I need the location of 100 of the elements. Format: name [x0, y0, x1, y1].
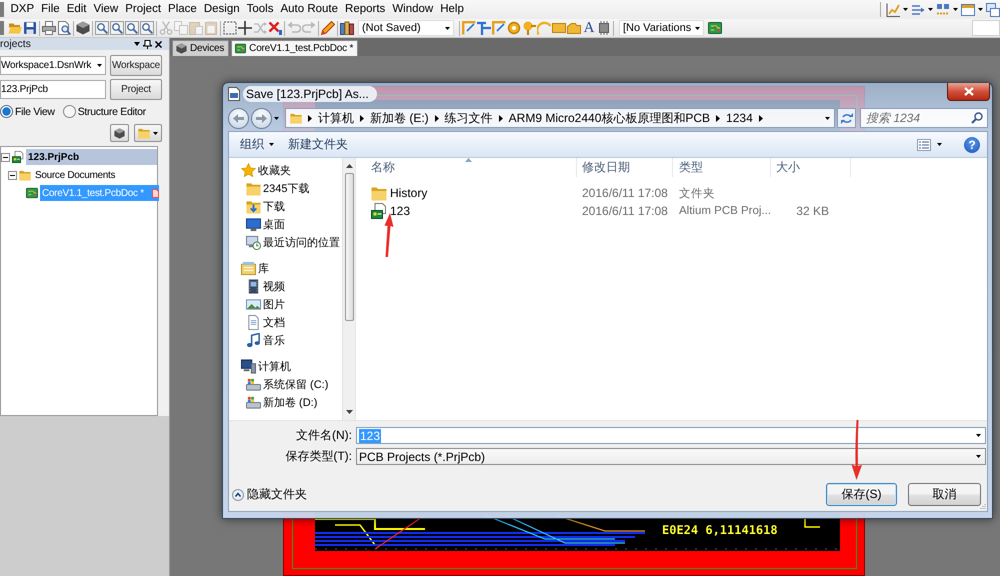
project-button[interactable]: Project — [110, 79, 162, 100]
caret-icon[interactable] — [978, 8, 983, 11]
caret-icon[interactable] — [97, 64, 102, 67]
hide-folders-toggle[interactable]: 隐藏文件夹 — [232, 486, 307, 503]
nav-item[interactable]: 音乐 — [263, 332, 285, 348]
chevron-icon[interactable] — [716, 114, 720, 122]
radio-label[interactable]: File View — [15, 106, 55, 118]
close-button[interactable] — [947, 83, 990, 101]
crosshair-icon[interactable] — [238, 21, 252, 35]
blocks-icon[interactable] — [936, 2, 950, 16]
chevron-icon[interactable] — [758, 114, 763, 122]
circuit-board-icon[interactable] — [708, 21, 722, 35]
nav-item[interactable]: 计算机 — [258, 359, 291, 374]
magnifier-icon[interactable] — [110, 21, 124, 35]
save-button[interactable]: 保存(S) — [826, 483, 897, 506]
chevron-icon[interactable] — [360, 114, 364, 122]
breadcrumb-item[interactable]: ARM9 Micro2440核心板原理图和PCB — [508, 110, 710, 126]
scrollbar[interactable] — [342, 158, 355, 420]
chevron-icon[interactable] — [308, 114, 312, 122]
radio-label[interactable]: Structure Editor — [78, 106, 146, 118]
nav-item[interactable]: 系统保留 (C:) — [263, 376, 328, 392]
breadcrumb-item[interactable]: 1234 — [726, 111, 753, 125]
menu-item[interactable]: Design — [200, 0, 244, 19]
collapse-icon[interactable] — [1, 152, 10, 162]
column-header[interactable]: 名称 — [361, 159, 395, 176]
caret-icon[interactable] — [134, 42, 140, 46]
new-folder-button[interactable]: 新建文件夹 — [282, 134, 354, 155]
cancel-button[interactable]: 取消 — [908, 483, 981, 506]
pencil-icon[interactable] — [321, 21, 335, 35]
caret-icon[interactable] — [928, 8, 933, 11]
nav-item[interactable]: 2345下载 — [263, 180, 310, 196]
tree-item[interactable]: 123.PrjPcb — [26, 149, 157, 165]
filled-rectangle-icon[interactable] — [552, 21, 566, 35]
search-field[interactable]: 搜索 1234 — [860, 108, 988, 128]
caret-icon[interactable] — [976, 455, 981, 458]
menu-item[interactable]: File — [38, 0, 64, 19]
text-tool-button[interactable]: A — [582, 20, 596, 36]
file-name[interactable]: History — [390, 186, 428, 200]
scrollbar-thumb[interactable] — [344, 173, 354, 321]
nav-item[interactable]: 最近访问的位置 — [263, 234, 340, 250]
cube-icon[interactable] — [76, 21, 90, 35]
column-header[interactable]: 修改日期 — [577, 159, 630, 176]
caret-icon[interactable] — [825, 116, 830, 120]
caret-icon[interactable] — [976, 434, 981, 437]
nav-item[interactable]: 库 — [258, 261, 269, 276]
panel-icon[interactable] — [961, 2, 975, 16]
radio-button[interactable] — [0, 105, 13, 118]
caret-icon[interactable] — [445, 26, 450, 30]
corner-bracket-icon[interactable] — [492, 21, 506, 35]
breadcrumb-item[interactable]: 练习文件 — [444, 110, 493, 126]
organize-menu[interactable]: 组织 — [234, 134, 280, 155]
nav-item[interactable]: 下载 — [263, 198, 285, 214]
toolbar-grip[interactable] — [0, 2, 4, 17]
file-name[interactable]: 123 — [390, 204, 410, 218]
column-header[interactable]: 类型 — [673, 159, 703, 176]
nav-item[interactable]: 新加卷 (D:) — [263, 394, 318, 410]
tree-item[interactable]: Source Documents — [33, 167, 157, 183]
nav-item[interactable]: 图片 — [263, 296, 285, 312]
workspace-dropdown[interactable]: Workspace1.DsnWrk — [0, 56, 106, 75]
chip-icon[interactable] — [597, 21, 611, 35]
project-field[interactable]: 123.PrjPcb — [0, 80, 106, 99]
pin-icon[interactable] — [143, 40, 152, 48]
menu-item[interactable]: Auto Route — [276, 0, 342, 19]
windows-icon[interactable] — [986, 2, 1000, 16]
chevron-icon[interactable] — [498, 114, 503, 122]
document-tab[interactable]: CoreV1.1_test.PcbDoc * — [231, 40, 358, 56]
menu-item[interactable]: Edit — [63, 0, 90, 19]
column-header[interactable]: 大小 — [771, 159, 800, 176]
magnifier-icon[interactable] — [140, 21, 154, 35]
collapse-icon[interactable] — [8, 170, 17, 180]
magnifier-icon[interactable] — [125, 21, 139, 35]
ring-icon[interactable] — [507, 21, 521, 35]
caret-icon[interactable] — [903, 8, 908, 11]
view-menu-button[interactable] — [917, 138, 942, 150]
refresh-button[interactable] — [837, 108, 856, 128]
close-icon[interactable] — [155, 40, 162, 48]
radio-button[interactable] — [62, 105, 76, 118]
menu-item[interactable]: Project — [122, 0, 165, 19]
chevron-icon[interactable] — [434, 114, 439, 122]
menu-item[interactable]: DXP — [7, 0, 38, 19]
nav-item[interactable]: 视频 — [263, 278, 285, 294]
dashed-rectangle-icon[interactable] — [223, 21, 237, 35]
magnifier-icon[interactable] — [95, 21, 109, 35]
breadcrumb-item[interactable]: 新加卷 (E:) — [370, 110, 429, 126]
flag-icon[interactable] — [477, 21, 491, 35]
books-icon[interactable] — [340, 21, 354, 35]
caret-icon[interactable] — [953, 8, 958, 11]
caret-icon[interactable] — [695, 26, 700, 30]
toolbar-field[interactable] — [972, 20, 1000, 36]
menu-item[interactable]: View — [90, 0, 122, 19]
file-type-dropdown[interactable]: PCB Projects (*.PrjPcb) — [356, 448, 986, 465]
forward-button[interactable] — [251, 108, 272, 128]
nav-item[interactable]: 文档 — [263, 314, 285, 330]
caret-icon[interactable] — [269, 143, 274, 146]
variations-dropdown[interactable]: [No Variations — [619, 20, 704, 36]
printer-icon[interactable] — [42, 21, 56, 35]
menu-item[interactable]: Reports — [342, 0, 389, 19]
resize-grip-icon[interactable] — [979, 503, 986, 510]
scroll-down-icon[interactable] — [346, 410, 352, 414]
menu-item[interactable]: Tools — [243, 0, 277, 19]
